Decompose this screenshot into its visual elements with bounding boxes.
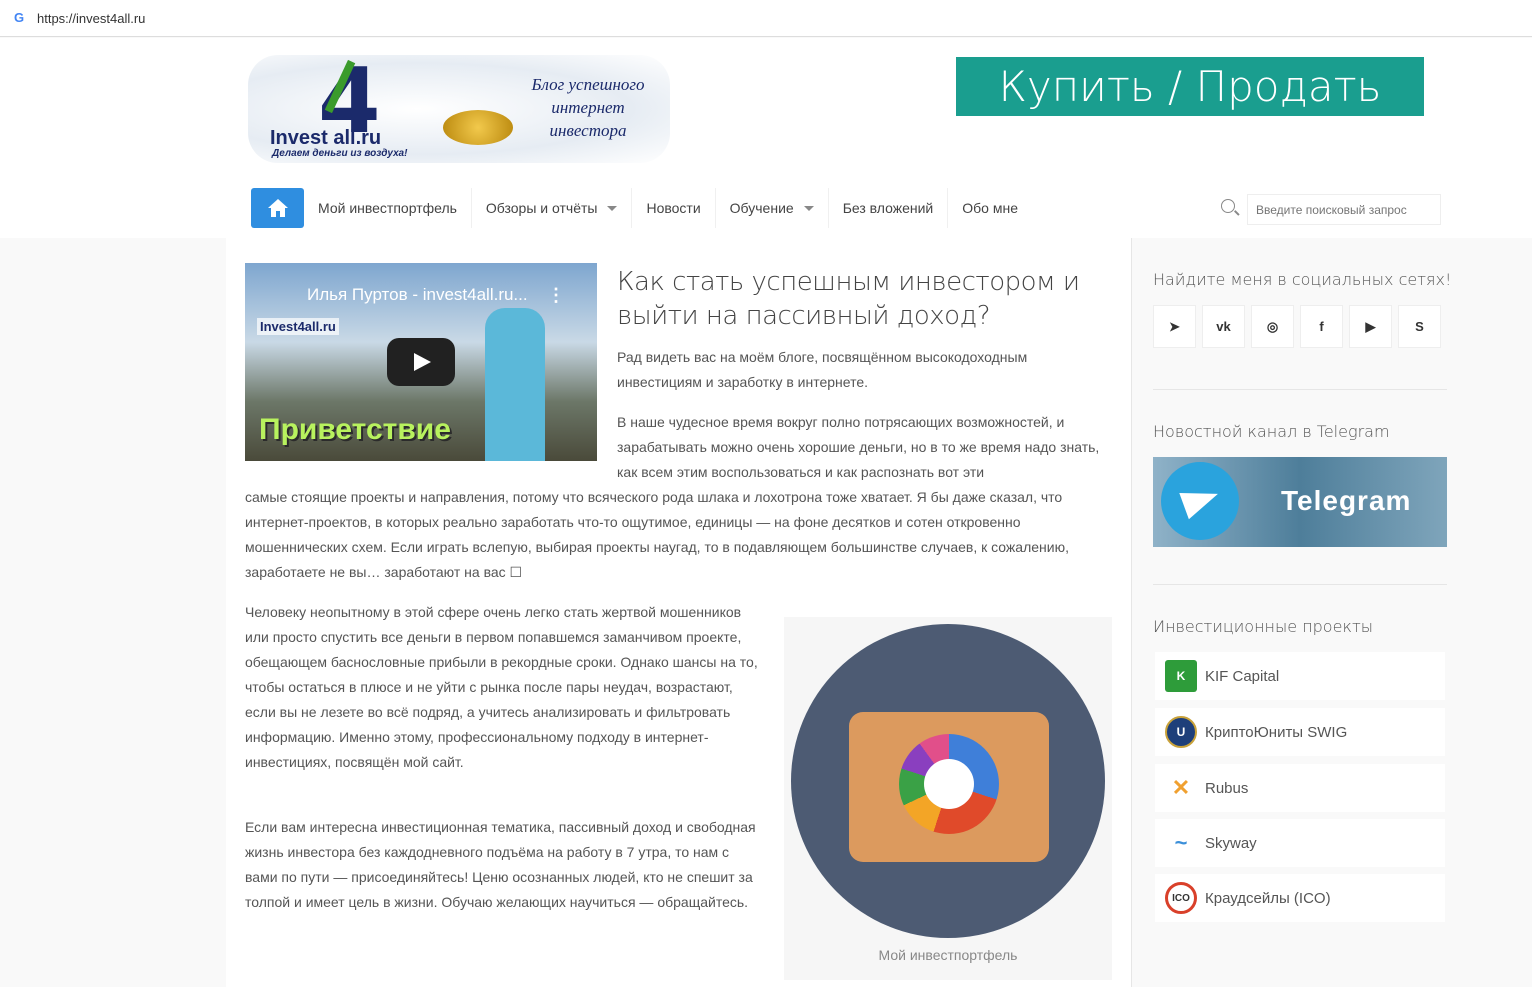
nav-label: Новости (646, 200, 701, 216)
kif-capital-icon: K (1165, 660, 1197, 692)
figure-caption: Мой инвестпортфель (878, 947, 1018, 963)
project-label: Skyway (1205, 834, 1257, 852)
portfolio-figure[interactable]: Мой инвестпортфель (784, 617, 1112, 980)
paragraph: самые стоящие проекты и направления, пот… (245, 489, 1069, 580)
rubus-icon: ✕ (1165, 772, 1197, 804)
project-label: КриптоЮниты SWIG (1205, 723, 1348, 741)
facebook-icon[interactable]: f (1300, 305, 1343, 348)
paragraph: Рад видеть вас на моём блоге, посвящённо… (617, 349, 1028, 390)
nav-item-no-investment[interactable]: Без вложений (829, 188, 949, 228)
video-person (485, 308, 545, 461)
video-overlay-text: Приветствие (259, 413, 451, 446)
project-item[interactable]: ICO Краудсейлы (ICO) (1155, 874, 1445, 922)
main-nav: Мой инвестпортфель Обзоры и отчёты Новос… (251, 188, 1032, 228)
video-logo: Invest4all.ru (257, 318, 339, 335)
vk-icon[interactable]: vk (1202, 305, 1245, 348)
projects-title: Инвестиционные проекты (1153, 617, 1373, 636)
telegram-banner-text: Telegram (1281, 485, 1412, 516)
nav-label: Обо мне (962, 200, 1018, 216)
project-item[interactable]: K KIF Capital (1155, 652, 1445, 700)
nav-label: Обучение (729, 200, 794, 216)
skyway-icon: ~ (1165, 827, 1197, 859)
nav-item-about[interactable]: Обо мне (948, 188, 1032, 228)
divider (1153, 389, 1447, 390)
search-icon[interactable] (1221, 199, 1235, 213)
telegram-icon[interactable]: ➤ (1153, 305, 1196, 348)
portfolio-image (791, 624, 1105, 938)
youtube-icon[interactable]: ▶ (1349, 305, 1392, 348)
address-bar[interactable]: G https://invest4all.ru (0, 0, 1532, 37)
nav-label: Мой инвестпортфель (318, 200, 457, 216)
video-embed[interactable]: Invest4all.ru Илья Пуртов - invest4all.r… (245, 263, 597, 461)
ico-icon: ICO (1165, 882, 1197, 914)
coins-icon (443, 110, 513, 145)
swig-icon: U (1165, 716, 1197, 748)
telegram-banner[interactable]: Telegram (1153, 457, 1447, 547)
url-text[interactable]: https://invest4all.ru (37, 11, 145, 26)
project-item[interactable]: U КриптоЮниты SWIG (1155, 708, 1445, 756)
divider (1153, 584, 1447, 585)
paragraph: Человеку неопытному в этой сфере очень л… (245, 604, 758, 770)
telegram-icon (1161, 462, 1239, 540)
paragraph: Если вам интересна инвестиционная темати… (245, 819, 756, 910)
nav-item-learning[interactable]: Обучение (716, 188, 829, 228)
social-title: Найдите меня в социальных сетях! (1153, 270, 1452, 289)
search-input[interactable] (1247, 194, 1441, 225)
nav-label: Без вложений (842, 200, 934, 216)
pie-chart-icon (899, 734, 999, 834)
home-icon (267, 199, 288, 217)
logo-tagline: Делаем деньги из воздуха! (272, 148, 408, 159)
google-g-icon: G (14, 10, 25, 25)
nav-item-news[interactable]: Новости (632, 188, 716, 228)
logo-blog-text: Блог успешного интернет инвестора (531, 75, 645, 140)
skype-icon[interactable]: S (1398, 305, 1441, 348)
chevron-down-icon (803, 205, 814, 211)
project-label: KIF Capital (1205, 667, 1280, 685)
project-item[interactable]: ✕ Rubus (1155, 764, 1445, 812)
nav-label: Обзоры и отчёты (485, 200, 598, 216)
project-label: Rubus (1205, 779, 1249, 797)
video-title[interactable]: Илья Пуртов - invest4all.ru... (307, 285, 528, 305)
page-title: Как стать успешным инвестором и выйти на… (617, 267, 1080, 331)
nav-item-reviews[interactable]: Обзоры и отчёты (472, 188, 633, 228)
divider (1131, 238, 1132, 987)
play-button-icon[interactable] (387, 338, 455, 386)
logo-name: Invest all.ru (270, 127, 382, 149)
project-label: Краудсейлы (ICO) (1205, 889, 1331, 907)
telegram-title: Новостной канал в Telegram (1153, 422, 1390, 441)
nav-item-portfolio[interactable]: Мой инвестпортфель (304, 188, 472, 228)
buy-sell-banner[interactable]: Купить / Продать (956, 57, 1424, 116)
site-logo[interactable]: 4 Invest all.ru Делаем деньги из воздуха… (248, 49, 670, 163)
instagram-icon[interactable]: ◎ (1251, 305, 1294, 348)
home-button[interactable] (251, 188, 304, 228)
chevron-down-icon (607, 205, 618, 211)
paragraph: В наше чудесное время вокруг полно потря… (617, 414, 1100, 480)
more-options-icon[interactable]: ⋮ (547, 285, 565, 306)
social-links: ➤ vk ◎ f ▶ S (1153, 305, 1441, 348)
project-item[interactable]: ~ Skyway (1155, 819, 1445, 867)
